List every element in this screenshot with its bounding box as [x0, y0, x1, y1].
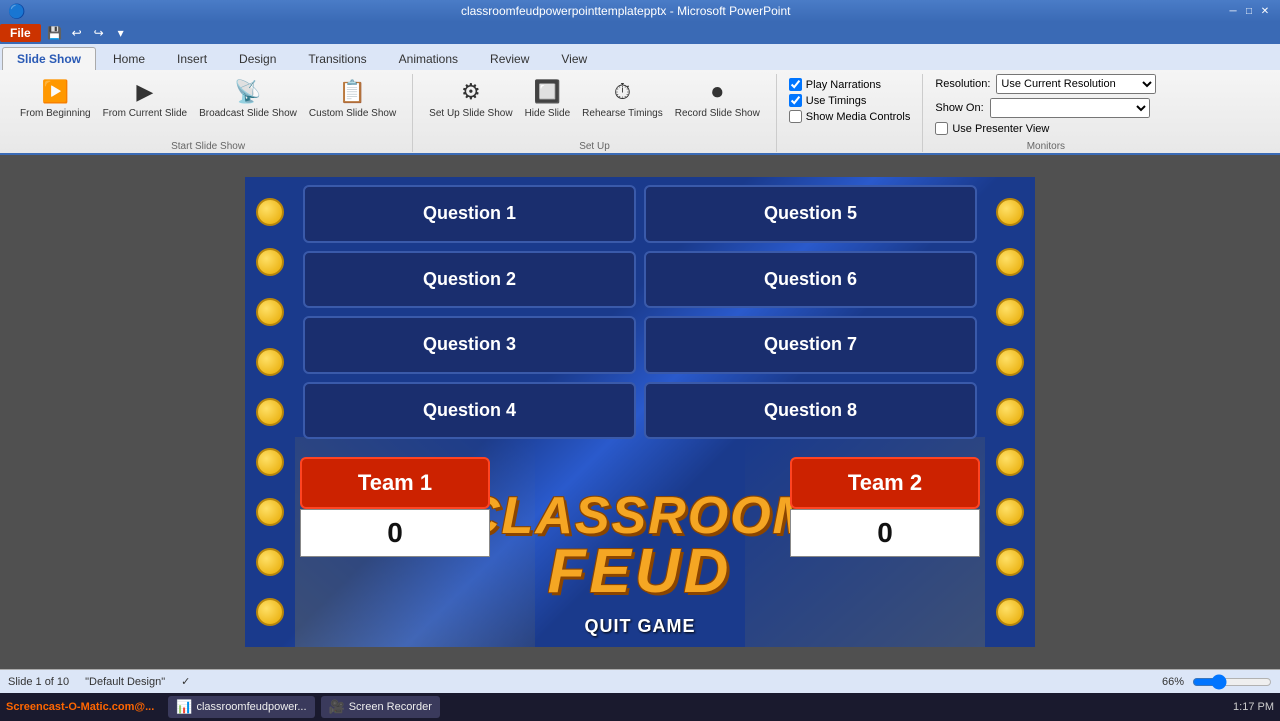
quit-game-button[interactable]: QUIT GAME: [540, 605, 740, 647]
tab-insert[interactable]: Insert: [162, 47, 222, 70]
tab-review[interactable]: Review: [475, 47, 544, 70]
maximize-button[interactable]: □: [1242, 4, 1256, 18]
zoom-slider[interactable]: [1192, 674, 1272, 690]
title-bar: 🔵 classroomfeudpowerpointtemplatepptx - …: [0, 0, 1280, 22]
question-3-button[interactable]: Question 3: [303, 316, 636, 374]
show-media-controls-checkbox[interactable]: [789, 110, 802, 123]
team2-button[interactable]: Team 2: [790, 457, 980, 509]
questions-grid: Question 1 Question 5 Question 2 Questio…: [295, 177, 985, 447]
powerpoint-icon: 📊: [176, 699, 192, 715]
team2-section: Team 2 0: [785, 457, 985, 557]
taskbar-recorder-item[interactable]: 🎥 Screen Recorder: [321, 696, 440, 718]
from-current-icon: ▶: [129, 76, 161, 108]
tab-transitions[interactable]: Transitions: [293, 47, 381, 70]
dot: [256, 298, 284, 326]
rehearse-icon: ⏱: [606, 76, 638, 108]
ribbon-group-checkboxes: Play Narrations Use Timings Show Media C…: [777, 74, 924, 152]
hide-icon: 🔲: [531, 76, 563, 108]
broadcast-button[interactable]: 📡 Broadcast Slide Show: [195, 74, 301, 121]
question-7-button[interactable]: Question 7: [644, 316, 977, 374]
from-beginning-icon: ▶️: [39, 76, 71, 108]
team2-score: 0: [790, 509, 980, 557]
dot: [256, 348, 284, 376]
dot: [256, 498, 284, 526]
record-slideshow-button[interactable]: ⏺ Record Slide Show: [671, 74, 764, 121]
ribbon-tabs: Slide Show Home Insert Design Transition…: [0, 44, 1280, 70]
dot: [996, 498, 1024, 526]
team1-score: 0: [300, 509, 490, 557]
question-2-button[interactable]: Question 2: [303, 251, 636, 309]
close-button[interactable]: ✕: [1258, 4, 1272, 18]
question-8-button[interactable]: Question 8: [644, 382, 977, 440]
team1-button[interactable]: Team 1: [300, 457, 490, 509]
dot: [256, 398, 284, 426]
rehearse-timings-button[interactable]: ⏱ Rehearse Timings: [578, 74, 667, 121]
record-icon: ⏺: [701, 76, 733, 108]
question-1-button[interactable]: Question 1: [303, 185, 636, 243]
from-beginning-button[interactable]: ▶️ From Beginning: [16, 74, 95, 121]
recorder-icon: 🎥: [329, 699, 345, 715]
slide-panel: Question 1 Question 5 Question 2 Questio…: [0, 155, 1280, 669]
resolution-select[interactable]: Use Current Resolution: [996, 74, 1156, 94]
qa-more-button[interactable]: ▾: [111, 24, 131, 42]
hide-slide-button[interactable]: 🔲 Hide Slide: [521, 74, 575, 121]
ribbon-group-monitors: Resolution: Use Current Resolution Show …: [923, 74, 1168, 152]
tab-view[interactable]: View: [546, 47, 602, 70]
presenter-view-checkbox[interactable]: [935, 122, 948, 135]
dot: [256, 598, 284, 626]
zoom-level: 66%: [1162, 676, 1184, 688]
question-5-button[interactable]: Question 5: [644, 185, 977, 243]
tab-slideshow[interactable]: Slide Show: [2, 47, 96, 70]
taskbar-powerpoint-item[interactable]: 📊 classroomfeudpower...: [168, 696, 314, 718]
tab-animations[interactable]: Animations: [384, 47, 473, 70]
ribbon-group-setup: ⚙ Set Up Slide Show 🔲 Hide Slide ⏱ Rehea…: [413, 74, 777, 152]
setup-icon: ⚙: [455, 76, 487, 108]
right-dot-border: [985, 177, 1035, 647]
taskbar-ppt-label: classroomfeudpower...: [196, 701, 306, 713]
dot: [996, 448, 1024, 476]
left-dot-border: [245, 177, 295, 647]
status-bar: Slide 1 of 10 "Default Design" ✓ 66%: [0, 669, 1280, 693]
dot: [256, 448, 284, 476]
dot: [996, 598, 1024, 626]
spell-check-icon: ✓: [181, 675, 190, 688]
play-narrations-checkbox[interactable]: [789, 78, 802, 91]
main-area: Question 1 Question 5 Question 2 Questio…: [0, 155, 1280, 669]
custom-slideshow-button[interactable]: 📋 Custom Slide Show: [305, 74, 400, 121]
from-current-slide-button[interactable]: ▶ From Current Slide: [99, 74, 191, 121]
file-menu-button[interactable]: File: [0, 24, 41, 42]
use-timings-checkbox[interactable]: [789, 94, 802, 107]
dot: [996, 248, 1024, 276]
dot: [996, 398, 1024, 426]
slide-count: Slide 1 of 10: [8, 676, 69, 688]
taskbar: Screencast-O-Matic.com@... 📊 classroomfe…: [0, 693, 1280, 721]
theme-name: "Default Design": [85, 676, 165, 688]
slide-container: Question 1 Question 5 Question 2 Questio…: [245, 177, 1035, 647]
tab-home[interactable]: Home: [98, 47, 160, 70]
show-on-select[interactable]: [990, 98, 1150, 118]
question-6-button[interactable]: Question 6: [644, 251, 977, 309]
dot: [256, 548, 284, 576]
dot: [256, 248, 284, 276]
dot: [996, 548, 1024, 576]
redo-quick-button[interactable]: ↪: [89, 24, 109, 42]
dot: [996, 348, 1024, 376]
tab-design[interactable]: Design: [224, 47, 291, 70]
taskbar-recorder-label: Screen Recorder: [349, 701, 432, 713]
window-title: classroomfeudpowerpointtemplatepptx - Mi…: [25, 4, 1226, 18]
setup-slideshow-button[interactable]: ⚙ Set Up Slide Show: [425, 74, 516, 121]
dot: [996, 198, 1024, 226]
broadcast-icon: 📡: [232, 76, 264, 108]
save-quick-button[interactable]: 💾: [45, 24, 65, 42]
taskbar-time: 1:17 PM: [1233, 701, 1274, 713]
undo-quick-button[interactable]: ↩: [67, 24, 87, 42]
question-4-button[interactable]: Question 4: [303, 382, 636, 440]
team1-section: Team 1 0: [295, 457, 495, 557]
custom-icon: 📋: [337, 76, 369, 108]
dot: [256, 198, 284, 226]
dot: [996, 298, 1024, 326]
screencast-brand: Screencast-O-Matic.com@...: [6, 701, 154, 713]
minimize-button[interactable]: ─: [1226, 4, 1240, 18]
ribbon-group-start-slideshow: ▶️ From Beginning ▶ From Current Slide 📡…: [4, 74, 413, 152]
